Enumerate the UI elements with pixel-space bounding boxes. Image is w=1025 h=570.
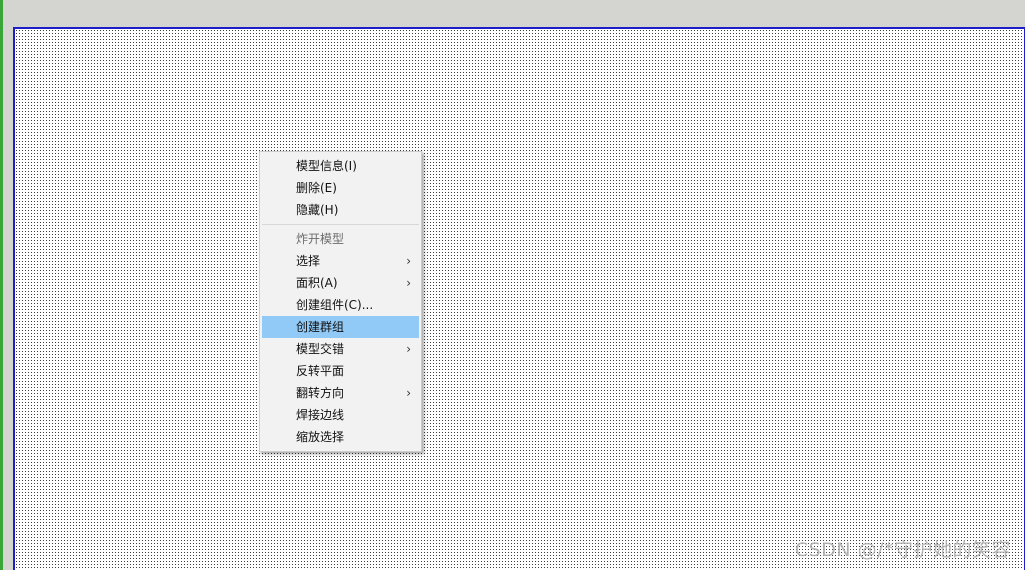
chevron-right-icon: › (406, 342, 411, 356)
chevron-right-icon: › (406, 254, 411, 268)
chevron-right-icon: › (406, 276, 411, 290)
menu-item-label: 面积(A) (296, 276, 338, 290)
menu-item-zoom-selection[interactable]: 缩放选择 (262, 426, 419, 448)
menu-item-delete[interactable]: 删除(E) (262, 177, 419, 199)
menu-item-label: 选择 (296, 254, 321, 268)
menu-item-hide[interactable]: 隐藏(H) (262, 199, 419, 221)
menu-item-intersect[interactable]: 模型交错 › (262, 338, 419, 360)
menu-item-model-info[interactable]: 模型信息(I) (262, 155, 419, 177)
menu-item-weld-edges[interactable]: 焊接边线 (262, 404, 419, 426)
menu-item-area[interactable]: 面积(A) › (262, 272, 419, 294)
menu-separator (262, 224, 419, 225)
watermark-text: CSDN @/*守护她的笑容 (794, 539, 1011, 561)
menu-item-label: 模型交错 (296, 342, 345, 356)
left-edge-strip (0, 0, 3, 570)
menu-item-reverse-faces[interactable]: 反转平面 (262, 360, 419, 382)
chevron-right-icon: › (406, 386, 411, 400)
modeling-viewport[interactable] (13, 27, 1025, 570)
menu-item-create-group[interactable]: 创建群组 (262, 316, 419, 338)
menu-item-label: 翻转方向 (296, 386, 345, 400)
menu-item-explode-model: 炸开模型 (296, 232, 345, 246)
context-menu: 模型信息(I) 删除(E) 隐藏(H) 炸开模型 选择 › 面积(A) › 创建… (259, 151, 422, 452)
menu-item-select[interactable]: 选择 › (262, 250, 419, 272)
menu-item-flip-along[interactable]: 翻转方向 › (262, 382, 419, 404)
menu-item-create-component[interactable]: 创建组件(C)... (262, 294, 419, 316)
